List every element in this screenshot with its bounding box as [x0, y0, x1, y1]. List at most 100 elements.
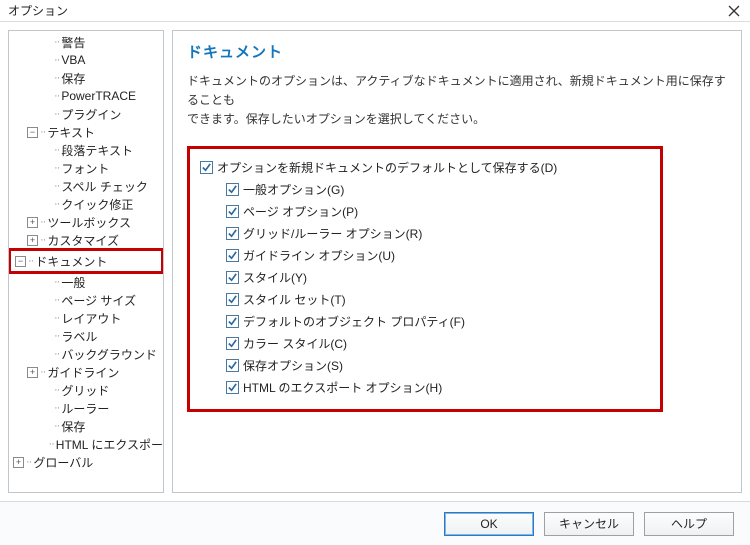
option-checkbox[interactable]: スタイル セット(T)	[226, 289, 650, 311]
collapse-icon[interactable]: −	[15, 256, 26, 267]
save-as-default-checkbox[interactable]: オプションを新規ドキュメントのデフォルトとして保存する(D)	[200, 157, 650, 179]
option-checkbox[interactable]: グリッド/ルーラー オプション(R)	[226, 223, 650, 245]
option-checkbox[interactable]: ガイドライン オプション(U)	[226, 245, 650, 267]
tree-connector: ··	[54, 198, 59, 210]
dialog-button-bar: OK キャンセル ヘルプ	[0, 501, 750, 545]
option-checkbox[interactable]: 保存オプション(S)	[226, 355, 650, 377]
option-checkbox[interactable]: ページ オプション(P)	[226, 201, 650, 223]
tree-item[interactable]: ·· VBA	[9, 51, 163, 69]
tree-item[interactable]: ·· レイアウト	[9, 309, 163, 327]
tree-connector: ··	[54, 384, 59, 396]
option-checkbox[interactable]: 一般オプション(G)	[226, 179, 650, 201]
tree-connector: ··	[54, 144, 59, 156]
checkbox-label: 保存オプション(S)	[243, 357, 343, 374]
tree-item-label: ツールボックス	[47, 214, 131, 231]
tree-connector: ··	[54, 420, 59, 432]
tree-item-label: テキスト	[47, 124, 95, 141]
cancel-button[interactable]: キャンセル	[544, 512, 634, 536]
tree-item[interactable]: ·· クイック修正	[9, 195, 163, 213]
dialog-body: ·· 警告·· VBA·· 保存·· PowerTRACE·· プラグイン−··…	[0, 22, 750, 501]
tree-item-label: スペル チェック	[61, 178, 148, 195]
checkbox-icon	[226, 337, 239, 350]
tree-item-label: ルーラー	[61, 400, 109, 417]
tree-item[interactable]: +·· カスタマイズ	[9, 231, 163, 249]
tree-item[interactable]: −·· ドキュメント	[11, 252, 161, 270]
tree-item[interactable]: ·· フォント	[9, 159, 163, 177]
tree-item[interactable]: ·· 保存	[9, 69, 163, 87]
option-checkbox[interactable]: デフォルトのオブジェクト プロパティ(F)	[226, 311, 650, 333]
option-checkbox[interactable]: スタイル(Y)	[226, 267, 650, 289]
tree-connector: ··	[40, 216, 45, 228]
option-checkbox[interactable]: HTML のエクスポート オプション(H)	[226, 377, 650, 399]
tree-item[interactable]: ·· ページ サイズ	[9, 291, 163, 309]
checkbox-icon	[200, 161, 213, 174]
tree-item-label: レイアウト	[61, 310, 121, 327]
checkbox-label: カラー スタイル(C)	[243, 335, 347, 352]
window-title: オプション	[8, 2, 68, 19]
tree-connector: ··	[26, 456, 31, 468]
tree-item[interactable]: +·· ガイドライン	[9, 363, 163, 381]
tree-connector: ··	[48, 438, 53, 450]
tree-item[interactable]: ·· プラグイン	[9, 105, 163, 123]
panel-heading: ドキュメント	[187, 41, 727, 62]
highlighted-tree-item: −·· ドキュメント	[8, 248, 164, 274]
tree-item-label: VBA	[61, 53, 85, 67]
tree-item[interactable]: ·· PowerTRACE	[9, 87, 163, 105]
tree-item[interactable]: ·· スペル チェック	[9, 177, 163, 195]
tree-connector: ··	[40, 366, 45, 378]
tree-connector: ··	[54, 180, 59, 192]
checkbox-label: グリッド/ルーラー オプション(R)	[243, 225, 422, 242]
expand-icon[interactable]: +	[13, 457, 24, 468]
options-tree: ·· 警告·· VBA·· 保存·· PowerTRACE·· プラグイン−··…	[8, 30, 164, 493]
tree-item[interactable]: −·· テキスト	[9, 123, 163, 141]
tree-item[interactable]: ·· グリッド	[9, 381, 163, 399]
tree-connector: ··	[54, 402, 59, 414]
tree-item-label: 保存	[61, 418, 85, 435]
save-defaults-group: オプションを新規ドキュメントのデフォルトとして保存する(D) 一般オプション(G…	[187, 146, 663, 412]
ok-button[interactable]: OK	[444, 512, 534, 536]
tree-item-label: PowerTRACE	[61, 89, 136, 103]
tree-item[interactable]: ·· ラベル	[9, 327, 163, 345]
tree-connector: ··	[54, 90, 59, 102]
collapse-icon[interactable]: −	[27, 127, 38, 138]
tree-item[interactable]: ·· 一般	[9, 273, 163, 291]
tree-connector: ··	[54, 54, 59, 66]
expand-icon[interactable]: +	[27, 367, 38, 378]
help-button[interactable]: ヘルプ	[644, 512, 734, 536]
close-icon	[728, 5, 740, 17]
tree-item[interactable]: ·· 段落テキスト	[9, 141, 163, 159]
tree-connector: ··	[54, 294, 59, 306]
tree-item[interactable]: +·· グローバル	[9, 453, 163, 471]
checkbox-icon	[226, 381, 239, 394]
tree-item[interactable]: ·· HTML にエクスポー	[9, 435, 163, 453]
tree-connector: ··	[54, 72, 59, 84]
tree-connector: ··	[54, 36, 59, 48]
tree-item-label: 保存	[61, 70, 85, 87]
tree-item-label: カスタマイズ	[47, 232, 119, 249]
checkbox-label: スタイル(Y)	[243, 269, 307, 286]
tree-item[interactable]: ·· バックグラウンド	[9, 345, 163, 363]
tree-item[interactable]: +·· ツールボックス	[9, 213, 163, 231]
option-checkbox[interactable]: カラー スタイル(C)	[226, 333, 650, 355]
close-button[interactable]	[724, 1, 744, 21]
tree-connector: ··	[54, 162, 59, 174]
tree-connector: ··	[54, 312, 59, 324]
tree-connector: ··	[54, 108, 59, 120]
tree-item[interactable]: ·· 保存	[9, 417, 163, 435]
checkbox-icon	[226, 293, 239, 306]
tree-connector: ··	[54, 330, 59, 342]
tree-item-label: ページ サイズ	[61, 292, 136, 309]
title-bar: オプション	[0, 0, 750, 22]
checkbox-label: デフォルトのオブジェクト プロパティ(F)	[243, 313, 465, 330]
checkbox-label: ガイドライン オプション(U)	[243, 247, 395, 264]
checkbox-icon	[226, 249, 239, 262]
tree-item-label: ラベル	[61, 328, 97, 345]
tree-item-label: プラグイン	[61, 106, 121, 123]
tree-item[interactable]: ·· 警告	[9, 33, 163, 51]
checkbox-icon	[226, 183, 239, 196]
expand-icon[interactable]: +	[27, 217, 38, 228]
panel-description: ドキュメントのオプションは、アクティブなドキュメントに適用され、新規ドキュメント…	[187, 72, 727, 130]
tree-item-label: 段落テキスト	[61, 142, 133, 159]
tree-item[interactable]: ·· ルーラー	[9, 399, 163, 417]
expand-icon[interactable]: +	[27, 235, 38, 246]
